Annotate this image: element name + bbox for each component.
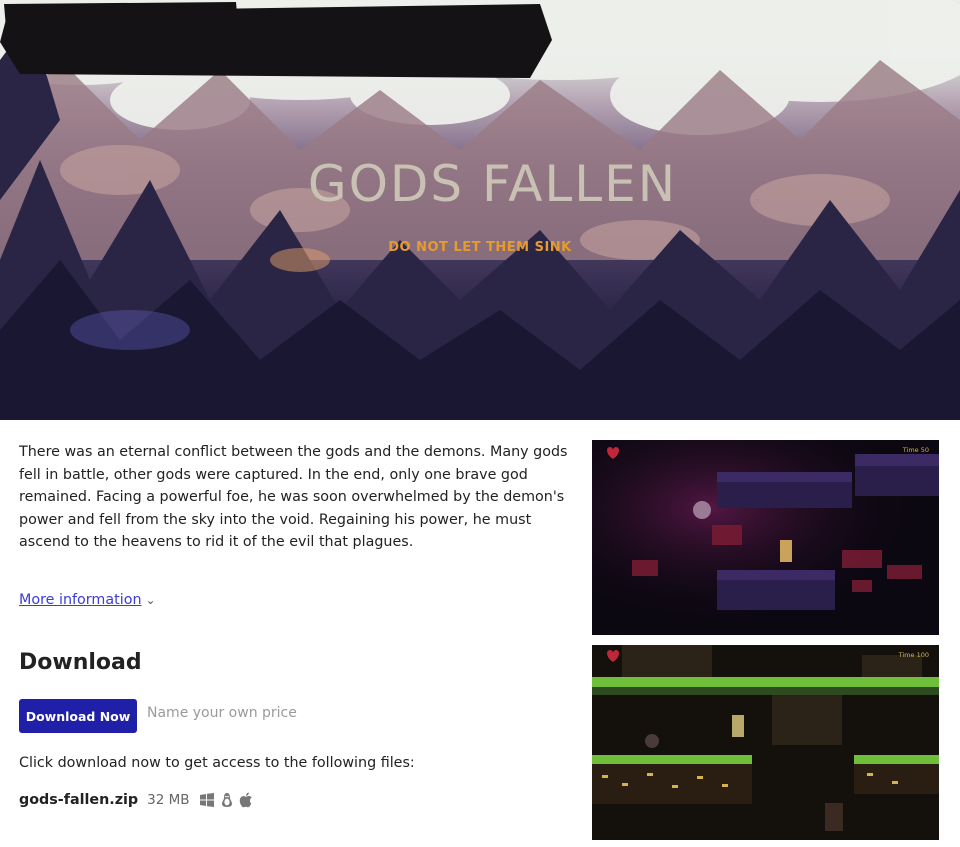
file-row: gods-fallen.zip 32 MB: [19, 792, 255, 808]
linux-icon: [219, 792, 235, 808]
apple-icon: [239, 792, 255, 808]
hud-timer: Time 100: [898, 651, 929, 659]
gameplay-image-2: [592, 645, 939, 840]
windows-icon: [199, 792, 215, 808]
game-description: There was an eternal conflict between th…: [19, 444, 568, 551]
game-tagline: DO NOT LET THEM SINK: [388, 240, 572, 255]
name-your-price-field[interactable]: Name your own price: [147, 705, 297, 721]
chevron-down-icon: ⌄: [145, 593, 156, 607]
game-logo-title: GODS FALLEN: [307, 155, 678, 213]
gameplay-image-1: [592, 440, 939, 635]
cover-banner: GODS FALLEN DO NOT LET THEM SINK: [0, 0, 960, 420]
more-information-label: More information: [19, 592, 142, 608]
screenshot-2[interactable]: Time 100: [592, 645, 939, 840]
download-now-button[interactable]: Download Now: [19, 699, 137, 733]
download-note: Click download now to get access to the …: [19, 755, 415, 771]
tagline-brush-stroke: [4, 2, 238, 28]
download-heading: Download: [19, 650, 142, 675]
hud-timer: Time 50: [902, 446, 929, 454]
more-information-link[interactable]: More information ⌄: [19, 592, 156, 608]
file-size: 32 MB: [147, 792, 190, 808]
file-name: gods-fallen.zip: [19, 792, 139, 808]
screenshot-1[interactable]: Time 50: [592, 440, 939, 635]
platform-icons: [199, 792, 255, 808]
